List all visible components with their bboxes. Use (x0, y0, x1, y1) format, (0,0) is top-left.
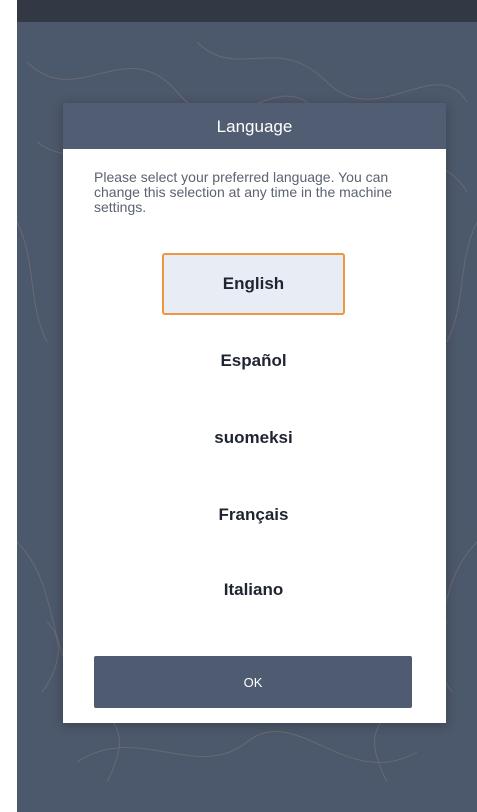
language-dialog: Language Please select your preferred la… (63, 103, 446, 723)
status-bar (17, 0, 477, 22)
dialog-message: Please select your preferred language. Y… (94, 169, 393, 215)
language-option-francais[interactable]: Français (162, 484, 345, 546)
language-option-english[interactable]: English (162, 253, 345, 315)
dialog-title: Language (63, 103, 446, 149)
device-screen: Language Please select your preferred la… (17, 0, 477, 812)
ok-button[interactable]: OK (94, 656, 412, 708)
language-option-italiano[interactable]: Italiano (162, 559, 345, 621)
language-option-suomeksi[interactable]: suomeksi (162, 407, 345, 469)
language-option-espanol[interactable]: Español (162, 330, 345, 392)
